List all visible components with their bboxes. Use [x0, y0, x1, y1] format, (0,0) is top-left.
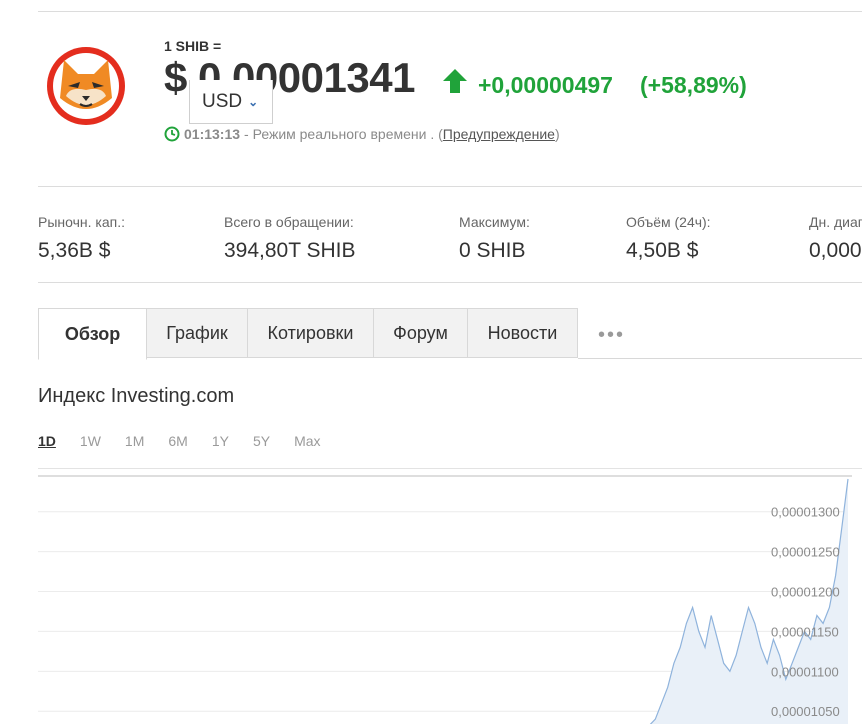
- tab-forum[interactable]: Форум: [374, 308, 468, 358]
- tabs-baseline: [578, 358, 862, 359]
- clock-icon: [164, 126, 180, 142]
- range-1y[interactable]: 1Y: [212, 433, 229, 449]
- stat-value: 0,000: [809, 239, 862, 262]
- header-divider: [38, 186, 862, 187]
- range-5y[interactable]: 5Y: [253, 433, 270, 449]
- range-1w[interactable]: 1W: [80, 433, 101, 449]
- stat-day-range: Дн. диапазон: 0,000: [809, 214, 862, 263]
- tab-news[interactable]: Новости: [468, 308, 578, 358]
- stat-label: Максимум:: [459, 214, 530, 230]
- range-max[interactable]: Max: [294, 433, 320, 449]
- stat-circulating: Всего в обращении: 394,80T SHIB: [224, 214, 356, 263]
- y-tick-label: 0,00001300: [771, 505, 840, 520]
- price-change-percent: (+58,89%): [640, 72, 747, 98]
- status-text: - Режим реального времени . (: [244, 126, 443, 142]
- chart-top-border: [38, 468, 862, 469]
- index-title: Индекс Investing.com: [38, 385, 235, 407]
- realtime-status: 01:13:13 - Режим реального времени . ( П…: [164, 126, 560, 142]
- chevron-down-icon: ⌄: [248, 94, 259, 109]
- tab-chart[interactable]: График: [147, 308, 248, 358]
- more-tabs-button[interactable]: •••: [598, 324, 625, 347]
- tab-overview[interactable]: Обзор: [38, 308, 147, 360]
- stat-label: Дн. диапазон:: [809, 214, 862, 230]
- price-change: +0,00000497: [478, 72, 613, 98]
- tab-bar: Обзор График Котировки Форум Новости: [38, 308, 578, 360]
- stat-label: Всего в обращении:: [224, 214, 354, 230]
- stat-value: 0 SHIB: [459, 239, 526, 262]
- stats-divider: [38, 282, 862, 283]
- shib-logo-icon: [47, 47, 125, 125]
- y-tick-label: 0,00001200: [771, 585, 840, 600]
- range-1m[interactable]: 1M: [125, 433, 144, 449]
- stat-max-supply: Максимум: 0 SHIB: [459, 214, 530, 263]
- arrow-up-icon: [443, 69, 467, 93]
- top-divider: [38, 11, 862, 12]
- range-6m[interactable]: 6M: [168, 433, 187, 449]
- stat-label: Объём (24ч):: [626, 214, 711, 230]
- y-tick-label: 0,00001100: [771, 664, 839, 679]
- y-tick-label: 0,00001050: [771, 704, 840, 719]
- status-time: 01:13:13: [184, 126, 241, 142]
- y-tick-label: 0,00001250: [771, 545, 840, 560]
- warning-link[interactable]: Предупреждение: [443, 126, 555, 142]
- time-range-selector: 1D 1W 1M 6M 1Y 5Y Max: [38, 433, 345, 449]
- tab-quotes[interactable]: Котировки: [248, 308, 374, 358]
- stat-value: 4,50B $: [626, 239, 699, 262]
- range-1d[interactable]: 1D: [38, 433, 56, 449]
- pair-label: 1 SHIB =: [164, 38, 222, 54]
- y-tick-label: 0,00001150: [771, 624, 839, 639]
- stat-value: 5,36B $: [38, 239, 111, 262]
- stat-value: 394,80T SHIB: [224, 239, 356, 262]
- stat-label: Рыночн. кап.:: [38, 214, 125, 230]
- price-chart: 0,00001300 0,00001250 0,00001200 0,00001150…: [38, 475, 852, 724]
- status-close: ): [554, 126, 560, 142]
- stat-volume: Объём (24ч): 4,50B $: [626, 214, 711, 263]
- currency-value: USD: [202, 90, 243, 112]
- stat-market-cap: Рыночн. кап.: 5,36B $: [38, 214, 125, 263]
- currency-dropdown[interactable]: USD ⌄: [189, 80, 273, 124]
